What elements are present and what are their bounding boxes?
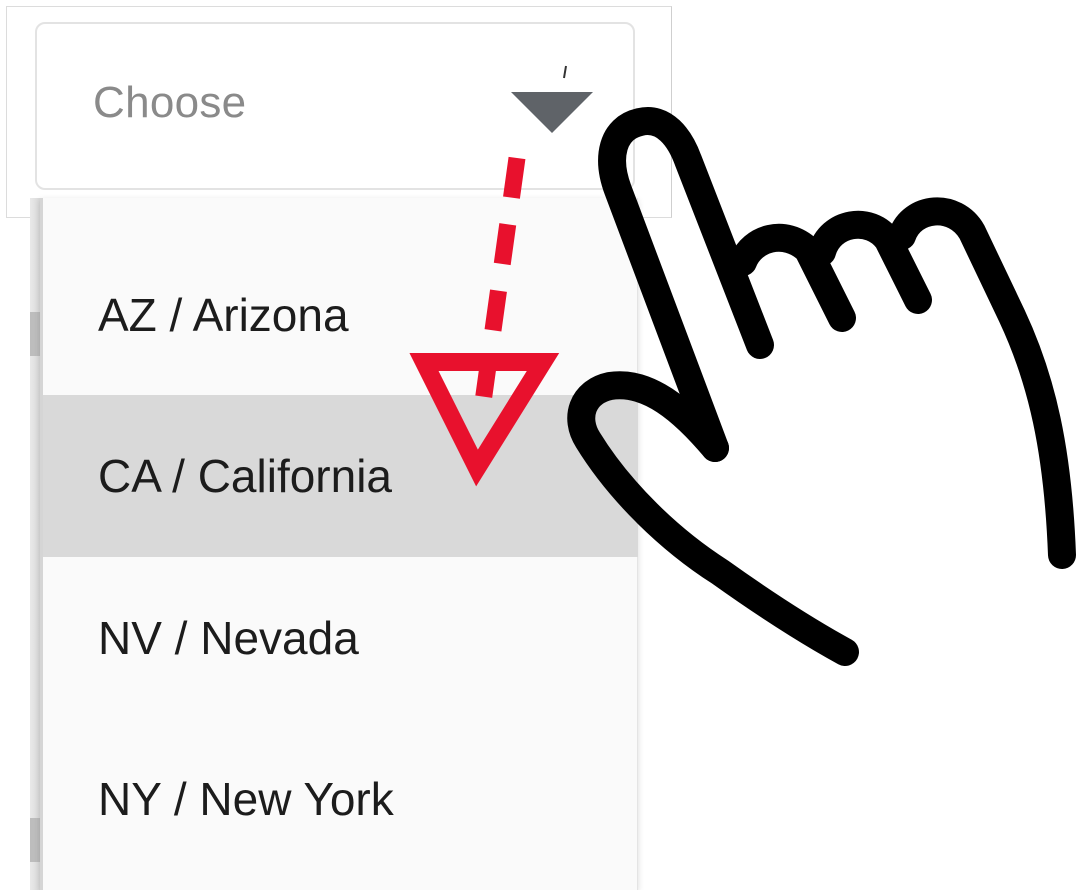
state-select[interactable]: Choose (35, 22, 635, 190)
option-new-york[interactable]: NY / New York (43, 718, 638, 880)
option-label: NV / Nevada (98, 612, 359, 664)
caret-down-icon[interactable] (511, 92, 593, 133)
option-label: NY / New York (98, 773, 394, 825)
dropdown-menu: AZ / Arizona CA / California NV / Nevada… (40, 198, 638, 890)
select-placeholder: Choose (93, 78, 247, 127)
option-nevada[interactable]: NV / Nevada (43, 557, 638, 719)
option-label: CA / California (98, 450, 393, 502)
option-label: AZ / Arizona (98, 289, 349, 341)
screenshot-stage: Choose AZ / Arizona CA / California NV /… (0, 0, 1080, 890)
option-arizona[interactable]: AZ / Arizona (43, 234, 638, 396)
option-california[interactable]: CA / California (43, 395, 638, 557)
